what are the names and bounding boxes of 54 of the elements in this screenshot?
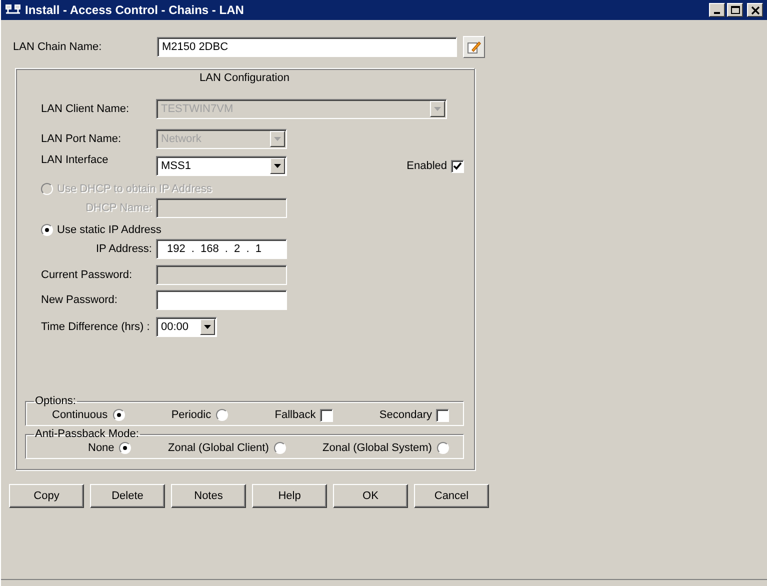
- ip-address-field[interactable]: 192 . 168 . 2 . 1: [156, 239, 287, 259]
- radio-button[interactable]: [216, 409, 228, 421]
- radio-button[interactable]: [274, 442, 286, 454]
- option-label: None: [88, 442, 114, 454]
- close-button[interactable]: [747, 3, 763, 17]
- field-label: IP Address:: [94, 243, 153, 255]
- field-label: LAN Client Name:: [40, 103, 130, 115]
- edit-button[interactable]: [463, 36, 485, 58]
- caret-icon: [274, 137, 281, 141]
- caret-icon: [204, 325, 211, 329]
- caret-icon: [274, 164, 281, 168]
- interface-dropdown[interactable]: MSS1: [156, 156, 287, 176]
- panel-title: Options:: [34, 395, 77, 407]
- radio-button[interactable]: [119, 442, 132, 454]
- dialog-button[interactable]: Help: [252, 484, 327, 508]
- radio-button[interactable]: [112, 409, 125, 421]
- edit-icon: [467, 40, 481, 54]
- minimize-icon: [714, 12, 720, 14]
- checkbox-label: Enabled: [406, 160, 447, 172]
- option-label: Continuous: [52, 409, 108, 421]
- radio-button[interactable]: [436, 442, 449, 454]
- panel-title: Anti-Passback Mode:: [34, 428, 140, 440]
- network-icon: [5, 4, 21, 16]
- maximize-icon: [730, 6, 740, 14]
- field-label: New Password:: [40, 294, 118, 306]
- option-label: Secondary: [379, 409, 432, 421]
- maximize-button[interactable]: [727, 3, 743, 17]
- minimize-button[interactable]: [709, 3, 725, 17]
- dialog-button[interactable]: Notes: [171, 484, 246, 508]
- field-label: LAN Chain Name:: [12, 41, 103, 53]
- new-password-field[interactable]: [156, 290, 287, 310]
- field-label: Current Password:: [40, 269, 134, 281]
- panel-title: LAN Configuration: [198, 71, 290, 86]
- close-icon: [750, 6, 760, 14]
- caret-icon: [434, 107, 441, 111]
- field-label: Time Difference (hrs) :: [40, 321, 151, 333]
- dialog-button[interactable]: Cancel: [414, 484, 489, 508]
- chain-name-field[interactable]: M2150 2DBC: [157, 37, 457, 57]
- time-difference-dropdown[interactable]: 00:00: [156, 317, 217, 337]
- option-label: Periodic: [171, 409, 212, 421]
- checkbox[interactable]: [320, 408, 333, 422]
- dialog-button[interactable]: Delete: [90, 484, 165, 508]
- option-label: Fallback: [274, 409, 316, 421]
- static-ip-radio-button[interactable]: [41, 224, 53, 236]
- radio-label: Use static IP Address: [57, 224, 162, 236]
- enabled-checkbox[interactable]: [451, 160, 464, 172]
- field-label: LAN Port Name:: [40, 133, 122, 145]
- dialog-button[interactable]: Copy: [9, 484, 84, 508]
- dialog-button[interactable]: OK: [333, 484, 408, 508]
- option-label: Zonal (Global System): [322, 442, 432, 454]
- window-title: Install - Access Control - Chains - LAN: [25, 3, 244, 17]
- option-label: Zonal (Global Client): [168, 442, 269, 454]
- checkbox[interactable]: [436, 408, 449, 422]
- field-label: LAN Interface: [40, 154, 110, 166]
